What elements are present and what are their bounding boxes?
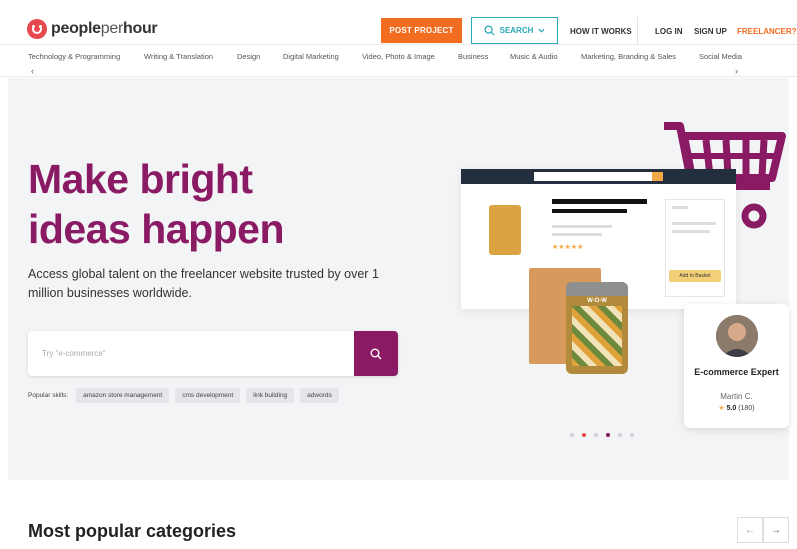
previous-button[interactable]: ← xyxy=(737,517,763,543)
expert-role: E-commerce Expert xyxy=(694,367,779,377)
popular-skills-label: Popular skills: xyxy=(28,392,69,399)
category-technology-programming[interactable]: Technology & Programming xyxy=(28,52,120,61)
post-project-button[interactable]: POST PROJECT xyxy=(381,18,462,43)
expert-card[interactable]: E-commerce Expert Martin C. ★ 5.0 (180) xyxy=(684,304,789,428)
search-button-label: SEARCH xyxy=(499,26,534,35)
arrow-left-icon: ← xyxy=(745,524,755,536)
search-icon xyxy=(484,25,495,36)
carousel-dots xyxy=(570,433,634,437)
hero-search-button[interactable] xyxy=(354,331,398,376)
arrow-right-icon: → xyxy=(771,524,781,536)
scroll-left-icon[interactable]: ‹ xyxy=(31,66,34,76)
log-in-link[interactable]: LOG IN xyxy=(655,27,683,36)
popular-skills: Popular skills: amazon store management … xyxy=(28,388,339,403)
category-design[interactable]: Design xyxy=(237,52,260,61)
skill-chip[interactable]: link building xyxy=(246,388,295,403)
category-music-audio[interactable]: Music & Audio xyxy=(510,52,558,61)
product-thumbnail xyxy=(489,205,521,255)
category-digital-marketing[interactable]: Digital Marketing xyxy=(283,52,339,61)
category-bar: Technology & Programming Writing & Trans… xyxy=(0,44,797,77)
add-to-basket-button: Add to Basket xyxy=(669,270,721,282)
category-business[interactable]: Business xyxy=(458,52,488,61)
carousel-dot[interactable] xyxy=(582,433,586,437)
category-video-photo-image[interactable]: Video, Photo & Image xyxy=(362,52,435,61)
section-title: Most popular categories xyxy=(28,521,237,541)
top-header: peopleperhour POST PROJECT SEARCH HOW IT… xyxy=(0,0,797,44)
hero-title: Make bright ideas happen xyxy=(28,156,285,252)
scroll-right-icon[interactable]: › xyxy=(735,66,738,76)
star-rating-icon: ★★★★★ xyxy=(552,244,584,251)
freelancer-link[interactable]: FREELANCER? xyxy=(737,27,797,36)
avatar xyxy=(716,315,758,357)
carousel-dot[interactable] xyxy=(594,433,598,437)
skill-chip[interactable]: cms development xyxy=(175,388,241,403)
next-button[interactable]: → xyxy=(763,517,789,543)
hero-subtitle: Access global talent on the freelancer w… xyxy=(28,267,379,300)
category-social-media[interactable]: Social Media xyxy=(699,52,742,61)
search-icon xyxy=(370,348,382,359)
logo[interactable]: peopleperhour xyxy=(27,19,158,39)
skill-chip[interactable]: adwords xyxy=(300,388,339,403)
search-button[interactable]: SEARCH xyxy=(471,17,558,44)
hero-section: Make bright ideas happen Access global t… xyxy=(8,78,789,480)
carousel-dot[interactable] xyxy=(618,433,622,437)
skill-chip[interactable]: amazon store management xyxy=(76,388,170,403)
category-writing-translation[interactable]: Writing & Translation xyxy=(144,52,213,61)
hero-search xyxy=(28,331,398,376)
category-marketing-branding-sales[interactable]: Marketing, Branding & Sales xyxy=(581,52,676,61)
sign-up-link[interactable]: SIGN UP xyxy=(694,27,727,36)
product-label: W-O-W xyxy=(587,298,607,304)
expert-rating: ★ 5.0 (180) xyxy=(718,405,755,412)
how-it-works-link[interactable]: HOW IT WORKS xyxy=(570,27,632,36)
divider xyxy=(637,17,638,44)
hero-search-input[interactable] xyxy=(28,331,354,376)
star-icon: ★ xyxy=(718,405,725,412)
expert-name: Martin C. xyxy=(720,392,753,401)
product-tin: W-O-W xyxy=(566,282,628,374)
carousel-dot-active[interactable] xyxy=(606,433,610,437)
carousel-dot[interactable] xyxy=(630,433,634,437)
carousel-dot[interactable] xyxy=(570,433,574,437)
chevron-down-icon xyxy=(538,28,545,33)
logo-smiley-icon xyxy=(27,19,47,39)
